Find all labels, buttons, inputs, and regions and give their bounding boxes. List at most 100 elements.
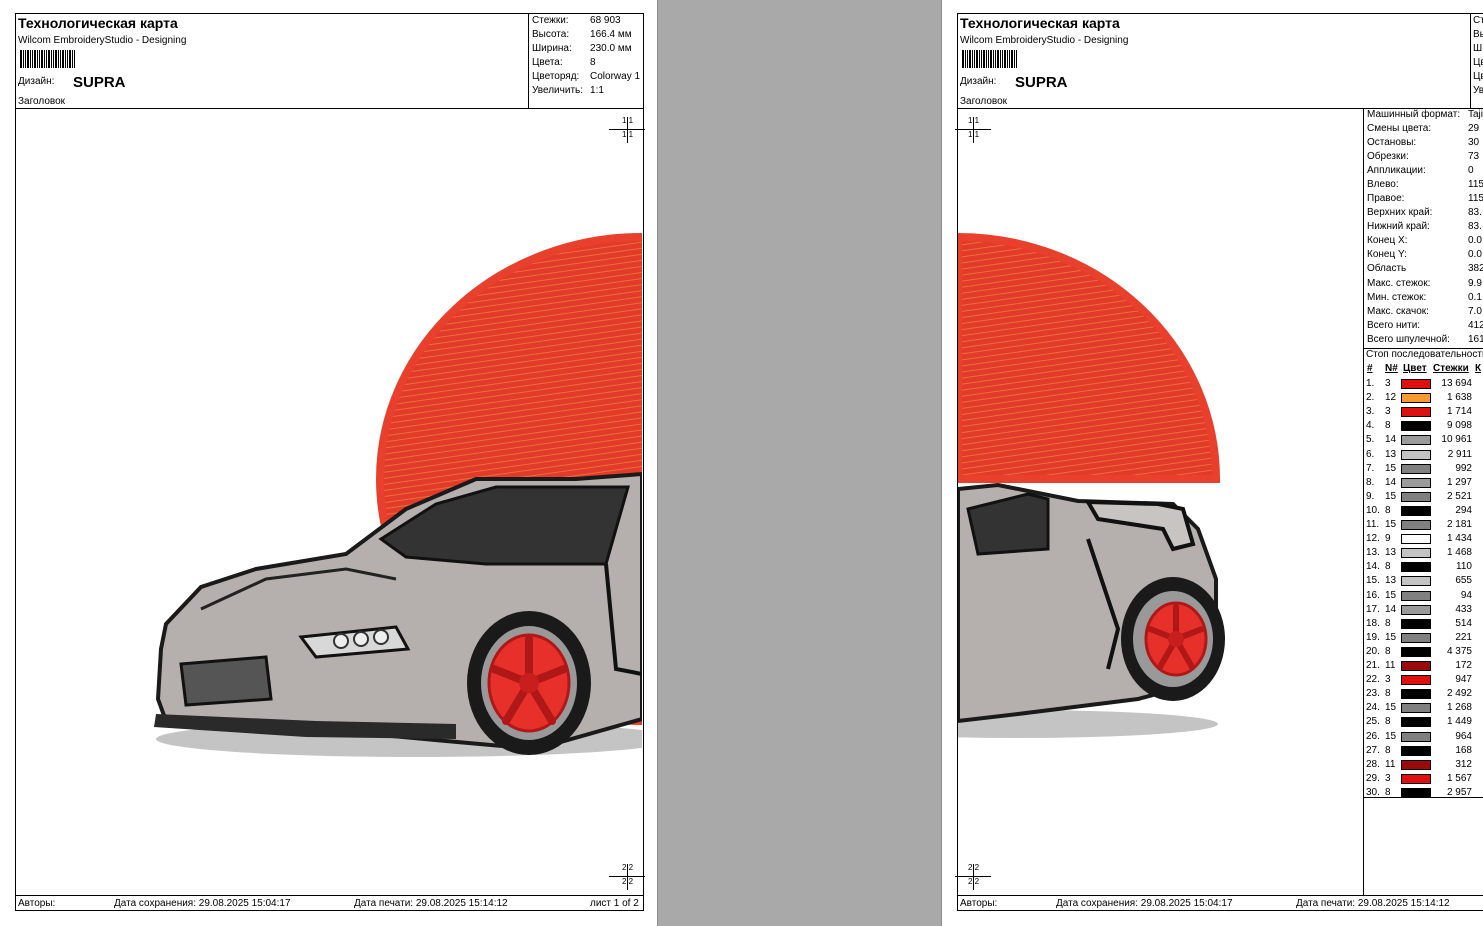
row-needle: 8 <box>1385 688 1391 700</box>
info-row: Мин. стежок: 0.1 <box>1367 292 1482 303</box>
row-needle: 12 <box>1385 392 1397 404</box>
footer-print-date: Дата печати: 29.08.2025 15:14:12 <box>354 898 508 909</box>
info-row: Всего шпулечной: 161 <box>1367 334 1483 345</box>
row-number: 10. <box>1366 504 1380 516</box>
row-stitches: 110 <box>1456 561 1472 573</box>
row-stitches: 2 492 <box>1446 688 1472 700</box>
stat-row: Ширина: 230.0 мм <box>532 43 632 54</box>
row-number: 27. <box>1366 744 1380 756</box>
row-needle: 8 <box>1385 420 1391 432</box>
info-row: Влево: 115 <box>1367 179 1483 190</box>
row-number: 28. <box>1366 758 1380 770</box>
table-row: 13. 13 1 468 <box>1364 546 1483 560</box>
barcode-icon <box>20 50 76 68</box>
row-needle: 8 <box>1385 617 1391 629</box>
row-stitches: 294 <box>1455 504 1472 516</box>
machine-info-panel: Машинный формат: Taji Смены цвета: 29 Оста… <box>1363 109 1483 895</box>
row-needle: 9 <box>1385 533 1391 545</box>
info-row: Макс. стежок: 9.9 <box>1367 278 1482 289</box>
row-number: 9. <box>1366 490 1375 502</box>
info-row: Машинный формат: Taji <box>1367 109 1483 120</box>
row-stitches: 94 <box>1460 589 1472 601</box>
table-row: 8. 14 1 297 <box>1364 476 1483 490</box>
info-row: Конец X: 0.0 <box>1367 235 1482 246</box>
row-number: 4. <box>1366 420 1375 432</box>
row-needle: 14 <box>1385 603 1397 615</box>
row-stitches: 2 181 <box>1446 519 1472 530</box>
stat-row: Высота: 166.4 мм <box>532 29 632 40</box>
rear-wheel <box>1121 577 1225 701</box>
footer-sheet: лист 1 of 2 <box>590 898 639 909</box>
info-row: Аппликации: 0 <box>1367 165 1474 176</box>
sun-disc <box>958 232 1221 483</box>
row-needle: 3 <box>1385 406 1391 418</box>
col-header-color: Цвет <box>1403 363 1427 374</box>
row-stitches: 992 <box>1455 462 1472 474</box>
table-row: 17. 14 433 <box>1364 603 1483 617</box>
table-row: 1. 3 13 694 <box>1364 377 1483 391</box>
row-number: 18. <box>1366 617 1380 629</box>
row-needle: 15 <box>1385 631 1397 643</box>
table-row: 26. 15 964 <box>1364 730 1483 744</box>
print-page-1: Технологическая карта Wilcom EmbroideryS… <box>0 0 657 926</box>
row-needle: 3 <box>1385 378 1391 389</box>
table-row: 27. 8 168 <box>1364 744 1483 758</box>
stat-row: Цветоряд: Colorway 1 <box>532 71 641 82</box>
table-row: 28. 11 312 <box>1364 758 1483 772</box>
footer-saved-date: Дата сохранения: 29.08.2025 15:04:17 <box>1056 898 1233 909</box>
row-stitches: 514 <box>1455 617 1472 629</box>
row-needle: 3 <box>1385 772 1391 784</box>
table-row: 20. 8 4 375 <box>1364 645 1483 659</box>
table-row: 4. 8 9 098 <box>1364 419 1483 433</box>
table-row: 7. 15 992 <box>1364 462 1483 476</box>
row-needle: 15 <box>1385 519 1397 530</box>
col-header-k: К <box>1475 363 1482 374</box>
row-stitches: 4 375 <box>1446 645 1472 657</box>
row-number: 3. <box>1366 406 1375 418</box>
row-needle: 15 <box>1385 490 1397 502</box>
row-needle: 8 <box>1385 744 1391 756</box>
row-number: 7. <box>1366 462 1375 474</box>
row-stitches: 13 694 <box>1441 378 1472 389</box>
barcode-icon <box>962 50 1018 68</box>
stat-row: Увеличить: 1:1 <box>532 85 604 96</box>
page-gap <box>657 0 942 926</box>
car-grille <box>179 655 273 707</box>
design-name: SUPRA <box>1015 74 1068 91</box>
row-number: 12. <box>1366 533 1380 545</box>
table-row: 19. 15 221 <box>1364 631 1483 645</box>
row-number: 8. <box>1366 476 1375 488</box>
info-row: Правое: 115 <box>1367 193 1483 204</box>
row-number: 21. <box>1366 660 1380 671</box>
row-stitches: 1 468 <box>1446 547 1472 559</box>
col-header-stitches: Стежки <box>1433 363 1469 374</box>
row-number: 14. <box>1366 561 1380 573</box>
page-footer: Авторы: Дата сохранения: 29.08.2025 15:0… <box>15 895 644 911</box>
row-needle: 8 <box>1385 561 1391 573</box>
row-stitches: 9 098 <box>1446 420 1472 432</box>
row-stitches: 1 268 <box>1446 702 1472 714</box>
info-row: Конец Y: 0.0 <box>1367 249 1482 260</box>
heading-label: Заголовок <box>18 96 66 107</box>
row-stitches: 1 297 <box>1446 476 1472 488</box>
row-number: 26. <box>1366 730 1380 742</box>
row-number: 29. <box>1366 772 1380 784</box>
row-needle: 13 <box>1385 448 1397 460</box>
row-stitches: 221 <box>1455 631 1472 643</box>
table-row: 11. 15 2 181 <box>1364 518 1483 532</box>
table-row: 3. 3 1 714 <box>1364 405 1483 419</box>
design-label: Дизайн: <box>18 76 55 87</box>
row-number: 13. <box>1366 547 1380 559</box>
info-row: Обрезки: 73 <box>1367 151 1480 162</box>
row-number: 1. <box>1366 378 1375 389</box>
row-needle: 8 <box>1385 716 1391 728</box>
footer-saved-date: Дата сохранения: 29.08.2025 15:04:17 <box>114 898 291 909</box>
info-row: Область 382 <box>1367 263 1483 274</box>
row-number: 2. <box>1366 392 1375 404</box>
print-page-2: Технологическая карта Wilcom EmbroideryS… <box>942 0 1483 926</box>
table-row: 24. 15 1 268 <box>1364 701 1483 715</box>
stats-panel-truncated: Ст Вы Ш Цв Цв Ув <box>1470 13 1483 109</box>
table-bottom-border <box>1364 797 1483 798</box>
table-row: 5. 14 10 961 <box>1364 433 1483 447</box>
row-number: 5. <box>1366 434 1375 446</box>
